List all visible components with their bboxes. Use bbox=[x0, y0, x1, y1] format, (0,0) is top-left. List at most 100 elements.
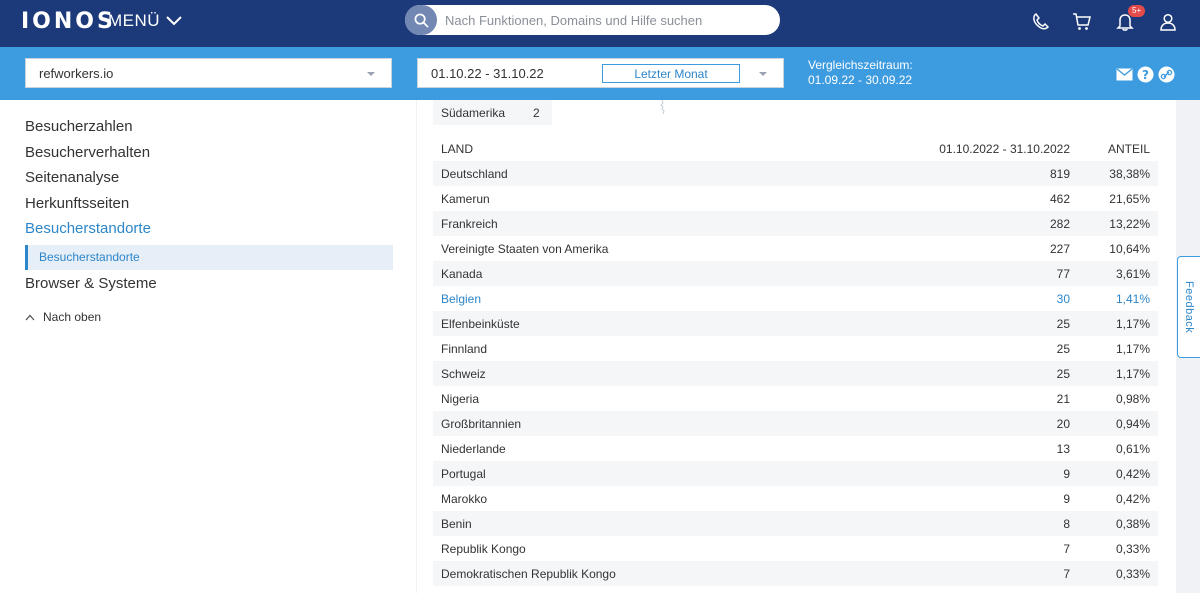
mail-button[interactable] bbox=[1116, 66, 1133, 83]
region-name: Südamerika bbox=[441, 105, 506, 120]
sidebar-item-besucherverhalten[interactable]: Besucherverhalten bbox=[25, 143, 393, 169]
search-button[interactable] bbox=[405, 5, 437, 35]
back-to-top-label: Nach oben bbox=[43, 310, 102, 324]
cell-land: Elfenbeinküste bbox=[441, 316, 520, 331]
cell-count: 819 bbox=[1049, 166, 1070, 181]
table-row: Schweiz 25 1,17% bbox=[433, 361, 1158, 386]
cell-land: Benin bbox=[441, 516, 472, 531]
cell-land: Marokko bbox=[441, 491, 488, 506]
countries-table: LAND 01.10.2022 - 31.10.2022 ANTEIL Deut… bbox=[433, 137, 1158, 586]
table-row: Republik Kongo 7 0,33% bbox=[433, 536, 1158, 561]
preset-last-month-button[interactable]: Letzter Monat bbox=[602, 64, 740, 83]
comparison-range: 01.09.22 - 30.09.22 bbox=[808, 73, 913, 87]
cart-icon bbox=[1073, 13, 1091, 30]
cell-share: 0,33% bbox=[1115, 566, 1150, 581]
search-input[interactable] bbox=[437, 12, 767, 28]
sidebar: Besucherzahlen Besucherverhalten Seitena… bbox=[0, 100, 416, 593]
sidebar-subitem-besucherstandorte[interactable]: Besucherstandorte bbox=[25, 244, 393, 270]
cell-count: 7 bbox=[1063, 541, 1070, 556]
table-row: Benin 8 0,38% bbox=[433, 511, 1158, 536]
link-icon bbox=[1158, 66, 1175, 83]
sidebar-item-herkunftsseiten[interactable]: Herkunftsseiten bbox=[25, 194, 393, 220]
cell-count: 77 bbox=[1056, 266, 1070, 281]
caret-down-icon bbox=[367, 72, 375, 76]
map-fragment bbox=[660, 100, 665, 114]
menu-label: MENÜ bbox=[108, 11, 161, 30]
cell-land: Demokratischen Republik Kongo bbox=[441, 566, 616, 581]
cell-share: 13,22% bbox=[1109, 216, 1150, 231]
cell-share: 10,64% bbox=[1109, 241, 1150, 256]
cell-land: Großbritannien bbox=[441, 416, 522, 431]
date-range-value: 01.10.22 - 31.10.22 bbox=[431, 65, 544, 81]
cell-share: 1,17% bbox=[1115, 316, 1150, 331]
cell-share: 1,17% bbox=[1115, 341, 1150, 356]
cell-share: 0,94% bbox=[1115, 416, 1150, 431]
cell-share: 0,42% bbox=[1115, 491, 1150, 506]
feedback-label: Feedback bbox=[1183, 280, 1195, 334]
table-row: Kanada 77 3,61% bbox=[433, 261, 1158, 286]
cell-land: Vereinigte Staaten von Amerika bbox=[441, 241, 609, 256]
cell-count: 9 bbox=[1063, 491, 1070, 506]
table-row: Niederlande 13 0,61% bbox=[433, 436, 1158, 461]
mail-icon bbox=[1116, 68, 1133, 81]
cell-count: 8 bbox=[1063, 516, 1070, 531]
ionos-logo[interactable]: IONOS bbox=[21, 9, 116, 34]
column-header-period[interactable]: 01.10.2022 - 31.10.2022 bbox=[853, 142, 1070, 156]
menu-button[interactable]: MENÜ bbox=[108, 11, 182, 31]
sidebar-item-browser-systeme[interactable]: Browser & Systeme bbox=[25, 274, 393, 300]
main-panel: Südamerika 2 LAND 01.10.2022 - 31.10.202… bbox=[417, 100, 1176, 593]
cart-button[interactable] bbox=[1070, 10, 1094, 34]
table-row: Vereinigte Staaten von Amerika 227 10,64% bbox=[433, 236, 1158, 261]
share-link-button[interactable] bbox=[1158, 66, 1175, 83]
cell-count: 20 bbox=[1056, 416, 1070, 431]
notification-badge: 5+ bbox=[1128, 5, 1146, 17]
phone-button[interactable] bbox=[1028, 10, 1052, 34]
sidebar-item-besucherstandorte[interactable]: Besucherstandorte bbox=[25, 219, 393, 245]
cell-land: Niederlande bbox=[441, 441, 506, 456]
region-value: 2 bbox=[533, 105, 540, 120]
cell-share: 0,98% bbox=[1115, 391, 1150, 406]
caret-down-icon bbox=[759, 72, 767, 76]
cell-land: Nigeria bbox=[441, 391, 480, 406]
cell-count: 9 bbox=[1063, 466, 1070, 481]
phone-icon bbox=[1033, 12, 1050, 30]
filter-bar: refworkers.io 01.10.22 - 31.10.22 Letzte… bbox=[0, 47, 1200, 100]
cell-count: 7 bbox=[1063, 566, 1070, 581]
table-row: Portugal 9 0,42% bbox=[433, 461, 1158, 486]
date-range-select[interactable]: 01.10.22 - 31.10.22 Letzter Monat bbox=[417, 58, 784, 88]
user-icon bbox=[1160, 13, 1176, 31]
top-navigation-bar: IONOS MENÜ 5+ bbox=[0, 0, 1200, 47]
site-select[interactable]: refworkers.io bbox=[25, 58, 392, 88]
cell-share: 0,33% bbox=[1115, 541, 1150, 556]
table-row: Deutschland 819 38,38% bbox=[433, 161, 1158, 186]
cell-count: 25 bbox=[1056, 316, 1070, 331]
table-row: Nigeria 21 0,98% bbox=[433, 386, 1158, 411]
comparison-period: Vergleichszeitraum: 01.09.22 - 30.09.22 bbox=[808, 58, 913, 88]
cell-share: 1,17% bbox=[1115, 366, 1150, 381]
column-header-land[interactable]: LAND bbox=[433, 142, 853, 156]
cell-share: 38,38% bbox=[1109, 166, 1150, 181]
chevron-down-icon bbox=[166, 16, 182, 26]
cell-share: 0,42% bbox=[1115, 466, 1150, 481]
sidebar-item-seitenanalyse[interactable]: Seitenanalyse bbox=[25, 168, 393, 194]
svg-text:?: ? bbox=[1142, 68, 1149, 82]
account-button[interactable] bbox=[1156, 10, 1180, 34]
cell-count: 13 bbox=[1056, 441, 1070, 456]
feedback-tab[interactable]: Feedback bbox=[1177, 256, 1200, 358]
table-row: Frankreich 282 13,22% bbox=[433, 211, 1158, 236]
help-icon: ? bbox=[1137, 66, 1154, 83]
help-button[interactable]: ? bbox=[1137, 66, 1154, 83]
column-header-share[interactable]: ANTEIL bbox=[1070, 142, 1150, 156]
cell-land: Finnland bbox=[441, 341, 488, 356]
cell-land: Schweiz bbox=[441, 366, 486, 381]
site-select-value: refworkers.io bbox=[39, 65, 114, 81]
back-to-top-link[interactable]: Nach oben bbox=[25, 310, 101, 324]
cell-land: Portugal bbox=[441, 466, 486, 481]
cell-share: 3,61% bbox=[1115, 266, 1150, 281]
cell-share: 0,38% bbox=[1115, 516, 1150, 531]
table-row: Großbritannien 20 0,94% bbox=[433, 411, 1158, 436]
sidebar-item-besucherzahlen[interactable]: Besucherzahlen bbox=[25, 117, 393, 143]
cell-count: 30 bbox=[1056, 291, 1070, 306]
table-row: Belgien 30 1,41% bbox=[433, 286, 1158, 311]
cell-land: Deutschland bbox=[441, 166, 508, 181]
